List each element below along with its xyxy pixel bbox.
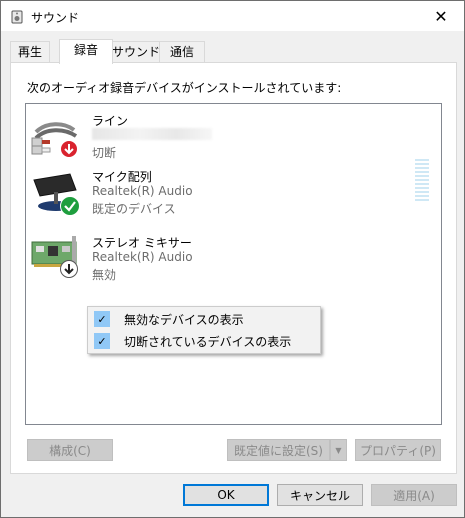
properties-button[interactable]: プロパティ(P) [355,439,441,461]
device-status: 既定のデバイス [92,202,176,216]
checkmark-icon: ✓ [94,333,110,349]
cancel-button[interactable]: キャンセル [277,484,363,506]
device-status: 切断 [92,146,117,160]
title-bar: サウンド ✕ [1,1,464,31]
checkmark-icon: ✓ [94,311,110,327]
disabled-down-arrow-icon [60,260,78,278]
device-list[interactable]: ライン 切断 マイク配列 Realtek(R) Audio 既定のデバイス ステ… [25,103,442,425]
chevron-down-icon: ▼ [335,445,342,455]
device-driver: Realtek(R) Audio [92,184,193,198]
device-status: 無効 [92,268,117,282]
disconnected-down-arrow-icon [60,140,78,158]
intro-text: 次のオーディオ録音デバイスがインストールされています: [27,81,342,95]
menu-item-label: 無効なデバイスの表示 [124,313,244,327]
list-item-line-in[interactable]: ライン 切断 [30,110,430,170]
default-check-icon [60,196,80,216]
device-name: ライン [92,114,129,128]
window-title: サウンド [31,11,80,25]
menu-item-show-disabled-devices[interactable]: ✓ 無効なデバイスの表示 [90,309,318,329]
menu-item-label: 切断されているデバイスの表示 [124,335,292,349]
recording-panel: 次のオーディオ録音デバイスがインストールされています: ライン 切断 マイク配列… [10,62,457,474]
blurred-device-description [92,128,212,140]
device-driver: Realtek(R) Audio [92,250,193,264]
device-name: ステレオ ミキサー [92,236,192,250]
list-item-microphone-array[interactable]: マイク配列 Realtek(R) Audio 既定のデバイス [30,166,430,226]
list-item-stereo-mixer[interactable]: ステレオ ミキサー Realtek(R) Audio 無効 [30,232,430,292]
tab-recording[interactable]: 録音 [59,39,113,64]
set-default-button[interactable]: 既定値に設定(S) [227,439,330,461]
tab-sounds[interactable]: サウンド [111,41,161,62]
level-meter [415,159,429,203]
close-button[interactable]: ✕ [418,1,464,31]
device-name: マイク配列 [92,170,152,184]
tab-communications[interactable]: 通信 [159,41,205,62]
tab-playback[interactable]: 再生 [10,41,50,62]
context-menu: ✓ 無効なデバイスの表示 ✓ 切断されているデバイスの表示 [87,306,321,354]
configure-button[interactable]: 構成(C) [27,439,113,461]
apply-button[interactable]: 適用(A) [371,484,457,506]
set-default-dropdown-button[interactable]: ▼ [330,439,347,461]
close-icon: ✕ [434,6,448,26]
ok-button[interactable]: OK [183,484,269,506]
sound-dialog: サウンド ✕ 再生 録音 サウンド 通信 次のオーディオ録音デバイスがインストー… [0,0,465,518]
menu-item-show-disconnected-devices[interactable]: ✓ 切断されているデバイスの表示 [90,331,318,351]
speaker-icon [11,10,23,24]
